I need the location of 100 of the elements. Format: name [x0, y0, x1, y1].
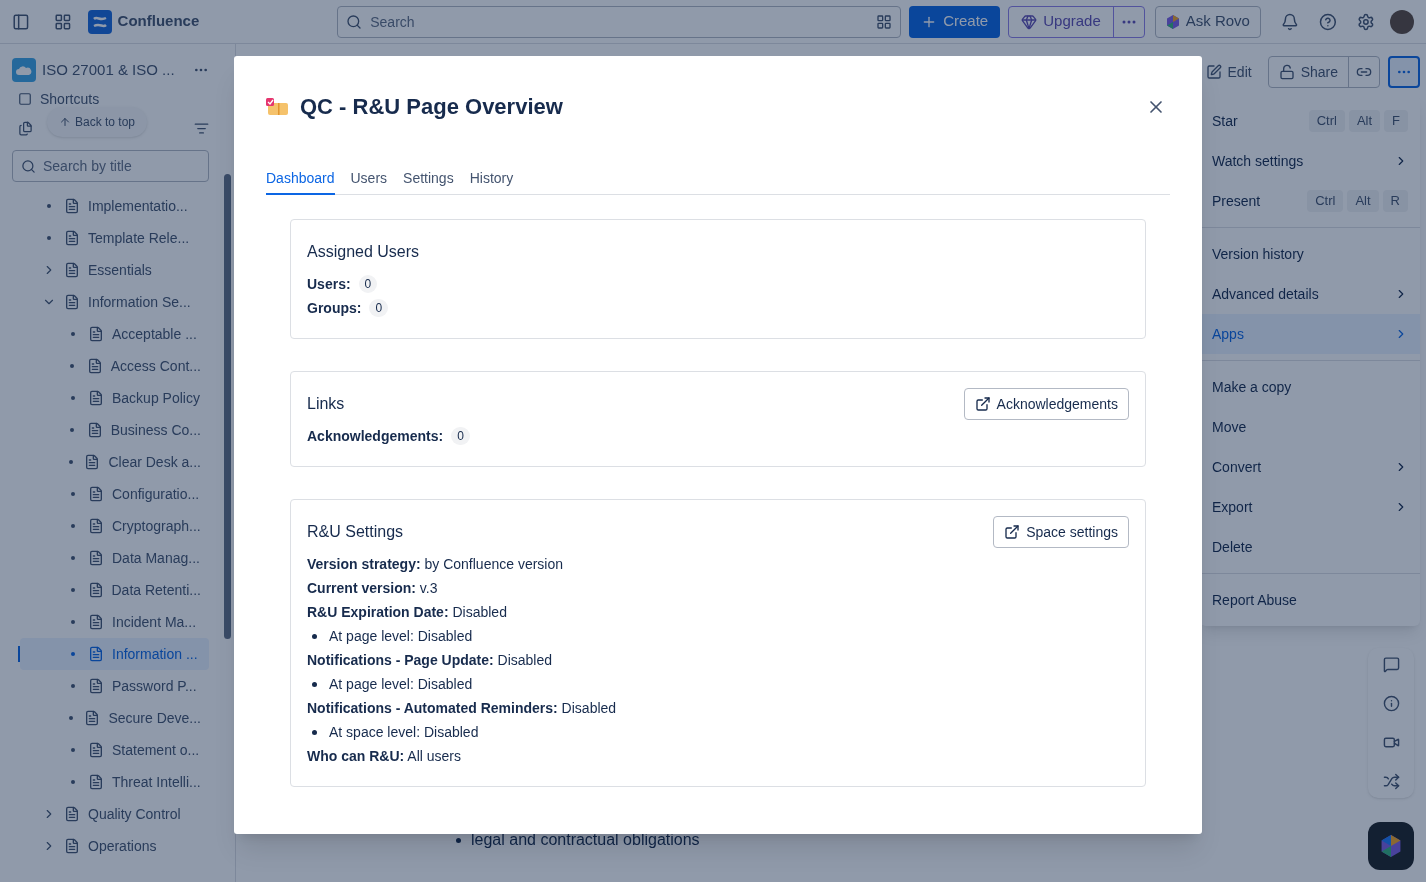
tree-item[interactable]: Quality Control: [12, 798, 209, 830]
create-button[interactable]: Create: [909, 5, 1001, 38]
back-to-top-button[interactable]: Back to top: [47, 107, 148, 137]
menu-item-label: Export: [1212, 497, 1253, 517]
menu-item[interactable]: Move: [1200, 407, 1420, 447]
menu-item[interactable]: Star Ctrl Alt F: [1200, 101, 1420, 141]
tab[interactable]: Dashboard: [266, 168, 335, 195]
count-badge: 0: [451, 427, 470, 445]
tree-item-label: Data Retenti...: [111, 580, 201, 600]
rovo-button[interactable]: [1368, 822, 1414, 870]
bullet-icon: [312, 729, 317, 735]
info-icon[interactable]: [1382, 695, 1400, 712]
bullet-icon: [71, 396, 75, 400]
shortcuts-icon: [18, 92, 32, 106]
space-name[interactable]: ISO 27001 & ISO ...: [42, 58, 175, 82]
tree-item[interactable]: Information ...: [20, 638, 209, 670]
count-label: Users:: [307, 274, 351, 294]
bullet-icon: [69, 716, 74, 720]
logo-icon[interactable]: [87, 9, 112, 34]
settings-icon[interactable]: [1356, 12, 1375, 31]
tree-item[interactable]: Acceptable ...: [20, 318, 209, 350]
gem-icon: [1021, 13, 1038, 30]
bullet-icon: [69, 460, 74, 464]
shortcuts-label: Shortcuts: [40, 90, 100, 108]
tree-item[interactable]: Password P...: [20, 670, 209, 702]
title-search-field[interactable]: Search by title: [12, 150, 209, 182]
menu-item-label: Watch settings: [1212, 151, 1304, 171]
menu-item[interactable]: Apps: [1200, 314, 1420, 354]
tab[interactable]: Users: [350, 168, 388, 195]
menu-item[interactable]: Version history: [1200, 234, 1420, 274]
book-icon: [266, 96, 290, 117]
tree-item[interactable]: Essentials: [12, 254, 209, 286]
tab[interactable]: History: [469, 168, 514, 195]
menu-item[interactable]: Make a copy: [1200, 367, 1420, 407]
bullet-icon: [71, 684, 75, 688]
edit-icon: [1205, 64, 1222, 80]
bullet-icon: [312, 681, 317, 687]
tree-item[interactable]: Operations: [12, 830, 209, 862]
search-field[interactable]: Search: [337, 5, 902, 38]
sidebar-toggle-icon[interactable]: [12, 12, 30, 31]
ask-rovo-button[interactable]: Ask Rovo: [1154, 5, 1261, 38]
page-icon: [64, 230, 80, 246]
tree-item[interactable]: Business Co...: [20, 414, 209, 446]
tree-item[interactable]: Configuratio...: [20, 478, 209, 510]
page-icon: [88, 742, 104, 758]
bullet-icon: [70, 364, 75, 368]
help-icon[interactable]: [1318, 12, 1337, 31]
comment-icon[interactable]: [1382, 656, 1400, 673]
more-actions-button[interactable]: [1388, 56, 1420, 88]
tab[interactable]: Settings: [403, 168, 454, 195]
tree-item[interactable]: Secure Deve...: [20, 702, 209, 734]
key-cap: Ctrl: [1308, 110, 1345, 132]
menu-item-label: Delete: [1212, 537, 1253, 557]
tree-item[interactable]: Implementatio...: [12, 190, 209, 222]
edit-button[interactable]: Edit: [1197, 56, 1260, 88]
tree-item-label: Configuratio...: [112, 484, 200, 504]
tree-item[interactable]: Template Rele...: [12, 222, 209, 254]
setting-text: Notifications - Automated Reminders: Disabled: [307, 698, 617, 718]
tree-item[interactable]: Data Retenti...: [20, 574, 209, 606]
count-badge: 0: [358, 275, 378, 293]
setting-text: Current version: v.3: [307, 578, 438, 598]
page-icon: [88, 390, 104, 406]
tree-item-label: Clear Desk a...: [108, 452, 201, 472]
key-cap: F: [1384, 110, 1408, 132]
bullet-text: legal and contractual obligations: [471, 830, 700, 850]
tree-item[interactable]: Statement o...: [20, 734, 209, 766]
shuffle-icon[interactable]: [1382, 773, 1400, 790]
tree-item-label: Operations: [88, 836, 157, 856]
space-icon[interactable]: [12, 58, 36, 82]
avatar[interactable]: [1390, 9, 1414, 34]
modal-title: QC - R&U Page Overview: [300, 93, 563, 121]
card-link-button[interactable]: Space settings: [993, 516, 1129, 548]
menu-item[interactable]: Delete: [1200, 527, 1420, 567]
notifications-icon[interactable]: [1280, 12, 1299, 31]
menu-item[interactable]: Present Ctrl Alt R: [1200, 181, 1420, 221]
tree-item[interactable]: Backup Policy: [20, 382, 209, 414]
tree-item[interactable]: Information Se...: [12, 286, 209, 318]
search-icon: [346, 13, 363, 30]
tree-item[interactable]: Access Cont...: [20, 350, 209, 382]
tree-item[interactable]: Threat Intelli...: [20, 766, 209, 798]
page-icon: [87, 582, 104, 598]
tree-item[interactable]: Cryptograph...: [20, 510, 209, 542]
menu-item[interactable]: Report Abuse: [1200, 580, 1420, 620]
page-icon: [88, 678, 104, 694]
tree-item[interactable]: Clear Desk a...: [20, 446, 209, 478]
menu-item[interactable]: Watch settings: [1200, 141, 1420, 181]
key-cap: Alt: [1348, 110, 1381, 132]
menu-item-label: Report Abuse: [1212, 590, 1297, 610]
product-name[interactable]: Confluence: [117, 10, 200, 33]
content-icon: [18, 120, 33, 136]
menu-item[interactable]: Export: [1200, 487, 1420, 527]
tree-item-label: Cryptograph...: [112, 516, 201, 536]
menu-item[interactable]: Advanced details: [1200, 274, 1420, 314]
arrow-up-icon: [59, 116, 71, 128]
card-link-button[interactable]: Acknowledgements: [963, 388, 1129, 420]
tree-item[interactable]: Data Manag...: [20, 542, 209, 574]
menu-item[interactable]: Convert: [1200, 447, 1420, 487]
count-label: Groups:: [307, 298, 362, 318]
app-switcher-icon[interactable]: [53, 12, 72, 31]
tree-item[interactable]: Incident Ma...: [20, 606, 209, 638]
